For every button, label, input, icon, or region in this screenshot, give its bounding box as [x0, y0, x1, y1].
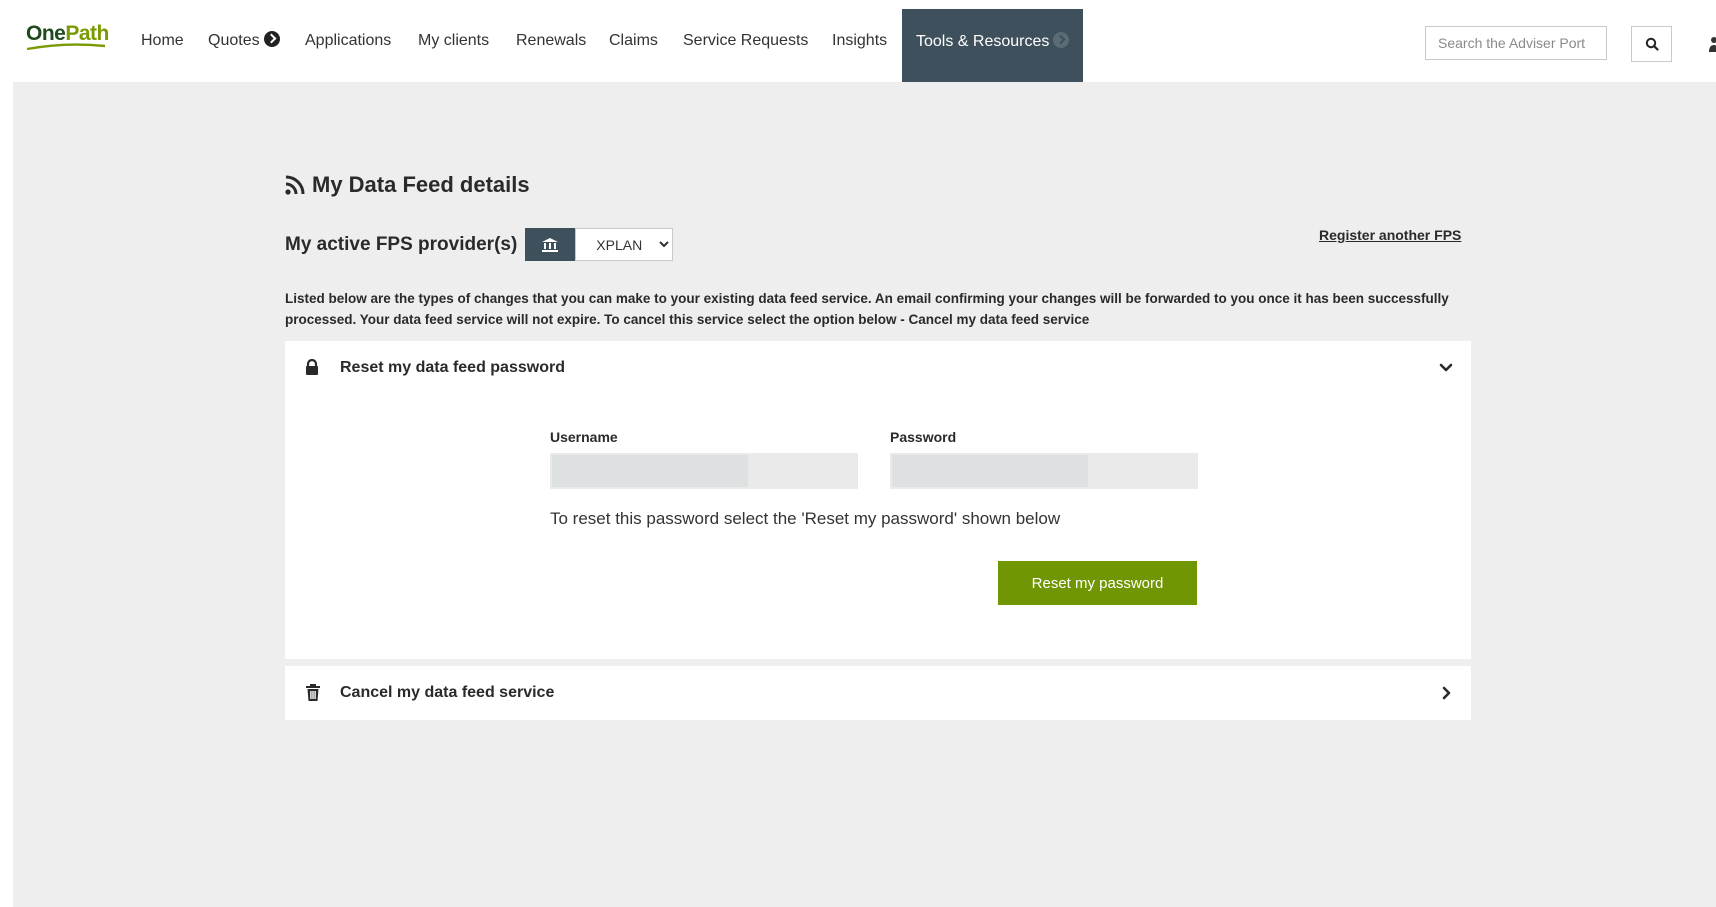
bank-icon	[542, 237, 559, 252]
page-title: My Data Feed details	[284, 172, 530, 198]
search-icon	[1645, 37, 1659, 51]
nav-applications[interactable]: Applications	[305, 0, 391, 82]
nav-quotes[interactable]: Quotes	[208, 0, 280, 82]
search-button[interactable]	[1631, 26, 1672, 62]
logo-text-one: One	[26, 22, 66, 45]
nav-tools-resources[interactable]: Tools & Resources	[902, 9, 1084, 82]
fps-provider-row: My active FPS provider(s) XPLAN	[285, 228, 674, 261]
nav-my-clients-label: My clients	[418, 32, 490, 49]
circle-chevron-right-icon	[1053, 32, 1070, 48]
password-field-fill	[892, 455, 1088, 487]
nav-claims-label: Claims	[609, 32, 658, 49]
reset-panel-header[interactable]: Reset my data feed password	[285, 341, 1471, 395]
nav-service-requests-label: Service Requests	[683, 32, 809, 49]
fps-provider-select[interactable]: XPLAN	[575, 228, 674, 261]
onepath-logo[interactable]: OnePath	[26, 22, 109, 56]
password-field[interactable]	[890, 453, 1198, 489]
nav-service-requests[interactable]: Service Requests	[683, 0, 808, 82]
username-field-fill	[552, 455, 748, 487]
rss-feed-icon	[285, 175, 305, 195]
cancel-panel-title: Cancel my data feed service	[340, 684, 555, 701]
logo-swoosh-icon	[26, 43, 106, 51]
intro-text: Listed below are the types of changes th…	[285, 291, 1449, 327]
fps-bank-button[interactable]	[525, 228, 576, 261]
circle-chevron-right-icon	[263, 31, 280, 47]
username-label: Username	[550, 429, 618, 445]
nav-renewals[interactable]: Renewals	[516, 0, 586, 82]
chevron-right-icon[interactable]	[1442, 686, 1452, 700]
nav-insights-label: Insights	[832, 32, 888, 49]
nav-quotes-label: Quotes	[208, 32, 260, 49]
nav-home-label: Home	[141, 32, 184, 49]
nav-renewals-label: Renewals	[516, 32, 587, 49]
fps-label: My active FPS provider(s)	[285, 233, 518, 255]
nav-insights[interactable]: Insights	[832, 0, 887, 82]
reset-password-button[interactable]: Reset my password	[998, 561, 1197, 605]
reset-password-panel: Reset my data feed password Username Pas…	[285, 341, 1471, 659]
page-title-text: My Data Feed details	[312, 172, 530, 197]
top-navigation: OnePath Home Quotes Applications My clie…	[0, 0, 1716, 82]
nav-home[interactable]: Home	[141, 0, 184, 82]
chevron-down-icon[interactable]	[1439, 363, 1453, 373]
user-icon[interactable]	[1708, 36, 1716, 52]
nav-applications-label: Applications	[305, 32, 392, 49]
password-label: Password	[890, 429, 957, 445]
search-input[interactable]	[1425, 26, 1607, 60]
reset-panel-title: Reset my data feed password	[340, 359, 565, 376]
logo-text-path: Path	[65, 22, 109, 45]
lock-icon	[306, 359, 318, 375]
trash-icon	[306, 684, 320, 701]
nav-claims[interactable]: Claims	[609, 0, 658, 82]
cancel-service-panel[interactable]: Cancel my data feed service	[285, 666, 1471, 720]
nav-tools-resources-label: Tools & Resources	[916, 33, 1050, 50]
username-field[interactable]	[550, 453, 858, 489]
nav-my-clients[interactable]: My clients	[418, 0, 489, 82]
register-another-fps-link[interactable]: Register another FPS	[1319, 227, 1461, 243]
reset-instruction-text: To reset this password select the 'Reset…	[550, 509, 1061, 528]
